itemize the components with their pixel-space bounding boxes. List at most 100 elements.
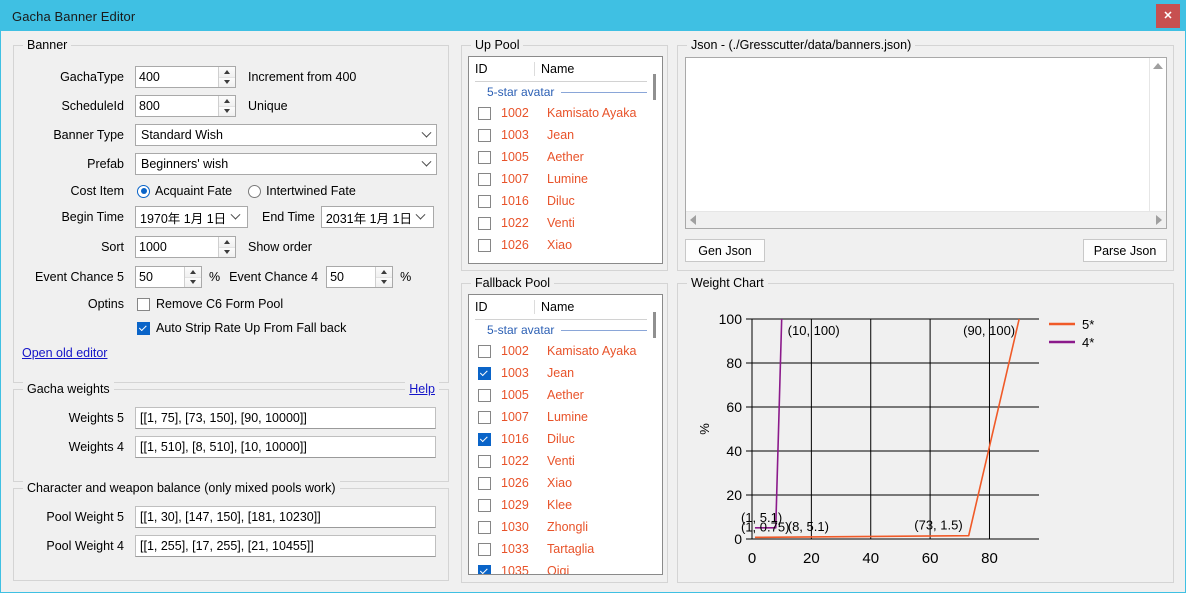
- list-item[interactable]: 1016Diluc: [469, 428, 662, 450]
- event-chance-4-increment[interactable]: [376, 267, 392, 278]
- checkbox-icon: [478, 543, 491, 556]
- fallback-pool-item-checkbox[interactable]: [478, 543, 497, 556]
- weights-4-input[interactable]: [[1, 510], [8, 510], [10, 10000]]: [135, 436, 436, 458]
- gacha-type-increment[interactable]: [219, 67, 235, 78]
- up-pool-list[interactable]: ID Name 5-star avatar 1002Kamisato Ayaka…: [468, 56, 663, 264]
- gacha-type-stepper[interactable]: [218, 67, 235, 87]
- json-vertical-scrollbar[interactable]: [1149, 58, 1166, 228]
- up-pool-item-checkbox[interactable]: [478, 129, 497, 142]
- gacha-type-input[interactable]: 400: [136, 67, 218, 87]
- radio-acquaint-fate[interactable]: Acquaint Fate: [137, 184, 232, 198]
- banner-type-select[interactable]: Standard Wish: [135, 124, 437, 146]
- list-item[interactable]: 1026Xiao: [469, 472, 662, 494]
- sort-spinner[interactable]: 1000: [135, 236, 236, 258]
- list-item[interactable]: 1003Jean: [469, 362, 662, 384]
- up-pool-col-id: ID: [469, 62, 534, 76]
- up-pool-item-checkbox[interactable]: [478, 239, 497, 252]
- list-item[interactable]: 1003Jean: [469, 124, 662, 146]
- close-icon[interactable]: ✕: [1156, 4, 1180, 28]
- fallback-pool-item-checkbox[interactable]: [478, 499, 497, 512]
- list-item[interactable]: 1030Zhongli: [469, 516, 662, 538]
- up-pool-item-checkbox[interactable]: [478, 173, 497, 186]
- fallback-pool-list-header: ID Name: [469, 295, 662, 319]
- series-line-0: [755, 319, 1019, 537]
- list-item[interactable]: 1005Aether: [469, 146, 662, 168]
- up-pool-item-checkbox[interactable]: [478, 151, 497, 164]
- event-chance-5-input[interactable]: 50: [136, 267, 184, 287]
- list-item[interactable]: 1002Kamisato Ayaka: [469, 102, 662, 124]
- list-item[interactable]: 1007Lumine: [469, 168, 662, 190]
- up-pool-scrollbar[interactable]: [647, 58, 661, 262]
- event-chance-5-stepper[interactable]: [184, 267, 201, 287]
- fallback-pool-item-checkbox[interactable]: [478, 345, 497, 358]
- sort-increment[interactable]: [219, 237, 235, 248]
- end-time-picker[interactable]: 2031年 1月 1日: [321, 206, 434, 228]
- y-tick-label: 40: [726, 443, 742, 459]
- parse-json-button[interactable]: Parse Json: [1083, 239, 1167, 262]
- x-tick-label: 0: [748, 550, 756, 567]
- radio-intertwined-fate[interactable]: Intertwined Fate: [248, 184, 356, 198]
- fallback-pool-item-checkbox[interactable]: [478, 389, 497, 402]
- sort-stepper[interactable]: [218, 237, 235, 257]
- scrollbar-thumb[interactable]: [653, 74, 656, 100]
- schedule-id-spinner[interactable]: 800: [135, 95, 236, 117]
- up-pool-item-checkbox[interactable]: [478, 217, 497, 230]
- sort-input[interactable]: 1000: [136, 237, 218, 257]
- event-chance-4-spinner[interactable]: 50: [326, 266, 393, 288]
- y-axis-label: %: [697, 423, 712, 435]
- sort-decrement[interactable]: [219, 248, 235, 258]
- list-item[interactable]: 1007Lumine: [469, 406, 662, 428]
- list-item[interactable]: 1033Tartaglia: [469, 538, 662, 560]
- fallback-pool-items: 1002Kamisato Ayaka1003Jean1005Aether1007…: [469, 340, 662, 575]
- fallback-pool-item-checkbox[interactable]: [478, 367, 497, 380]
- list-item[interactable]: 1022Venti: [469, 212, 662, 234]
- event-chance-5-increment[interactable]: [185, 267, 201, 278]
- event-chance-4-input[interactable]: 50: [327, 267, 375, 287]
- list-item[interactable]: 1035Qiqi: [469, 560, 662, 575]
- open-old-editor-link[interactable]: Open old editor: [22, 346, 107, 360]
- fallback-pool-item-checkbox[interactable]: [478, 565, 497, 576]
- checkbox-remove-c6-form-pool[interactable]: Remove C6 Form Pool: [137, 297, 283, 311]
- list-item[interactable]: 1002Kamisato Ayaka: [469, 340, 662, 362]
- fallback-pool-list[interactable]: ID Name 5-star avatar 1002Kamisato Ayaka…: [468, 294, 663, 575]
- window-body: Banner GachaType 400 Increment from 400 …: [1, 31, 1185, 592]
- gacha-type-decrement[interactable]: [219, 78, 235, 88]
- fallback-pool-item-checkbox[interactable]: [478, 521, 497, 534]
- gacha-type-spinner[interactable]: 400: [135, 66, 236, 88]
- options-label: Optins: [14, 297, 124, 311]
- event-chance-4-decrement[interactable]: [376, 278, 392, 288]
- schedule-id-decrement[interactable]: [219, 107, 235, 117]
- fallback-pool-item-checkbox[interactable]: [478, 455, 497, 468]
- schedule-id-increment[interactable]: [219, 96, 235, 107]
- prefab-select[interactable]: Beginners' wish: [135, 153, 437, 175]
- pool-weight-5-input[interactable]: [[1, 30], [147, 150], [181, 10230]]: [135, 506, 436, 528]
- checkbox-auto-strip-rate-up[interactable]: Auto Strip Rate Up From Fall back: [137, 321, 346, 335]
- up-pool-item-checkbox[interactable]: [478, 195, 497, 208]
- list-item[interactable]: 1026Xiao: [469, 234, 662, 256]
- fallback-pool-item-checkbox[interactable]: [478, 411, 497, 424]
- list-item[interactable]: 1016Diluc: [469, 190, 662, 212]
- gacha-weights-help-link[interactable]: Help: [405, 382, 439, 396]
- checkbox-icon: [137, 322, 150, 335]
- schedule-id-stepper[interactable]: [218, 96, 235, 116]
- gen-json-button[interactable]: Gen Json: [685, 239, 765, 262]
- list-item-name: Kamisato Ayaka: [547, 344, 662, 358]
- event-chance-5-spinner[interactable]: 50: [135, 266, 202, 288]
- up-pool-item-checkbox[interactable]: [478, 107, 497, 120]
- fallback-pool-item-checkbox[interactable]: [478, 477, 497, 490]
- fallback-pool-item-checkbox[interactable]: [478, 433, 497, 446]
- event-chance-5-decrement[interactable]: [185, 278, 201, 288]
- begin-time-picker[interactable]: 1970年 1月 1日: [135, 206, 248, 228]
- list-item[interactable]: 1005Aether: [469, 384, 662, 406]
- fallback-pool-scrollbar[interactable]: [647, 296, 661, 573]
- schedule-id-input[interactable]: 800: [136, 96, 218, 116]
- scrollbar-thumb[interactable]: [653, 312, 656, 338]
- json-textarea[interactable]: [685, 57, 1167, 229]
- checkbox-icon: [478, 195, 491, 208]
- json-horizontal-scrollbar[interactable]: [686, 211, 1166, 228]
- weights-5-input[interactable]: [[1, 75], [73, 150], [90, 10000]]: [135, 407, 436, 429]
- list-item[interactable]: 1022Venti: [469, 450, 662, 472]
- event-chance-4-stepper[interactable]: [375, 267, 392, 287]
- pool-weight-4-input[interactable]: [[1, 255], [17, 255], [21, 10455]]: [135, 535, 436, 557]
- list-item[interactable]: 1029Klee: [469, 494, 662, 516]
